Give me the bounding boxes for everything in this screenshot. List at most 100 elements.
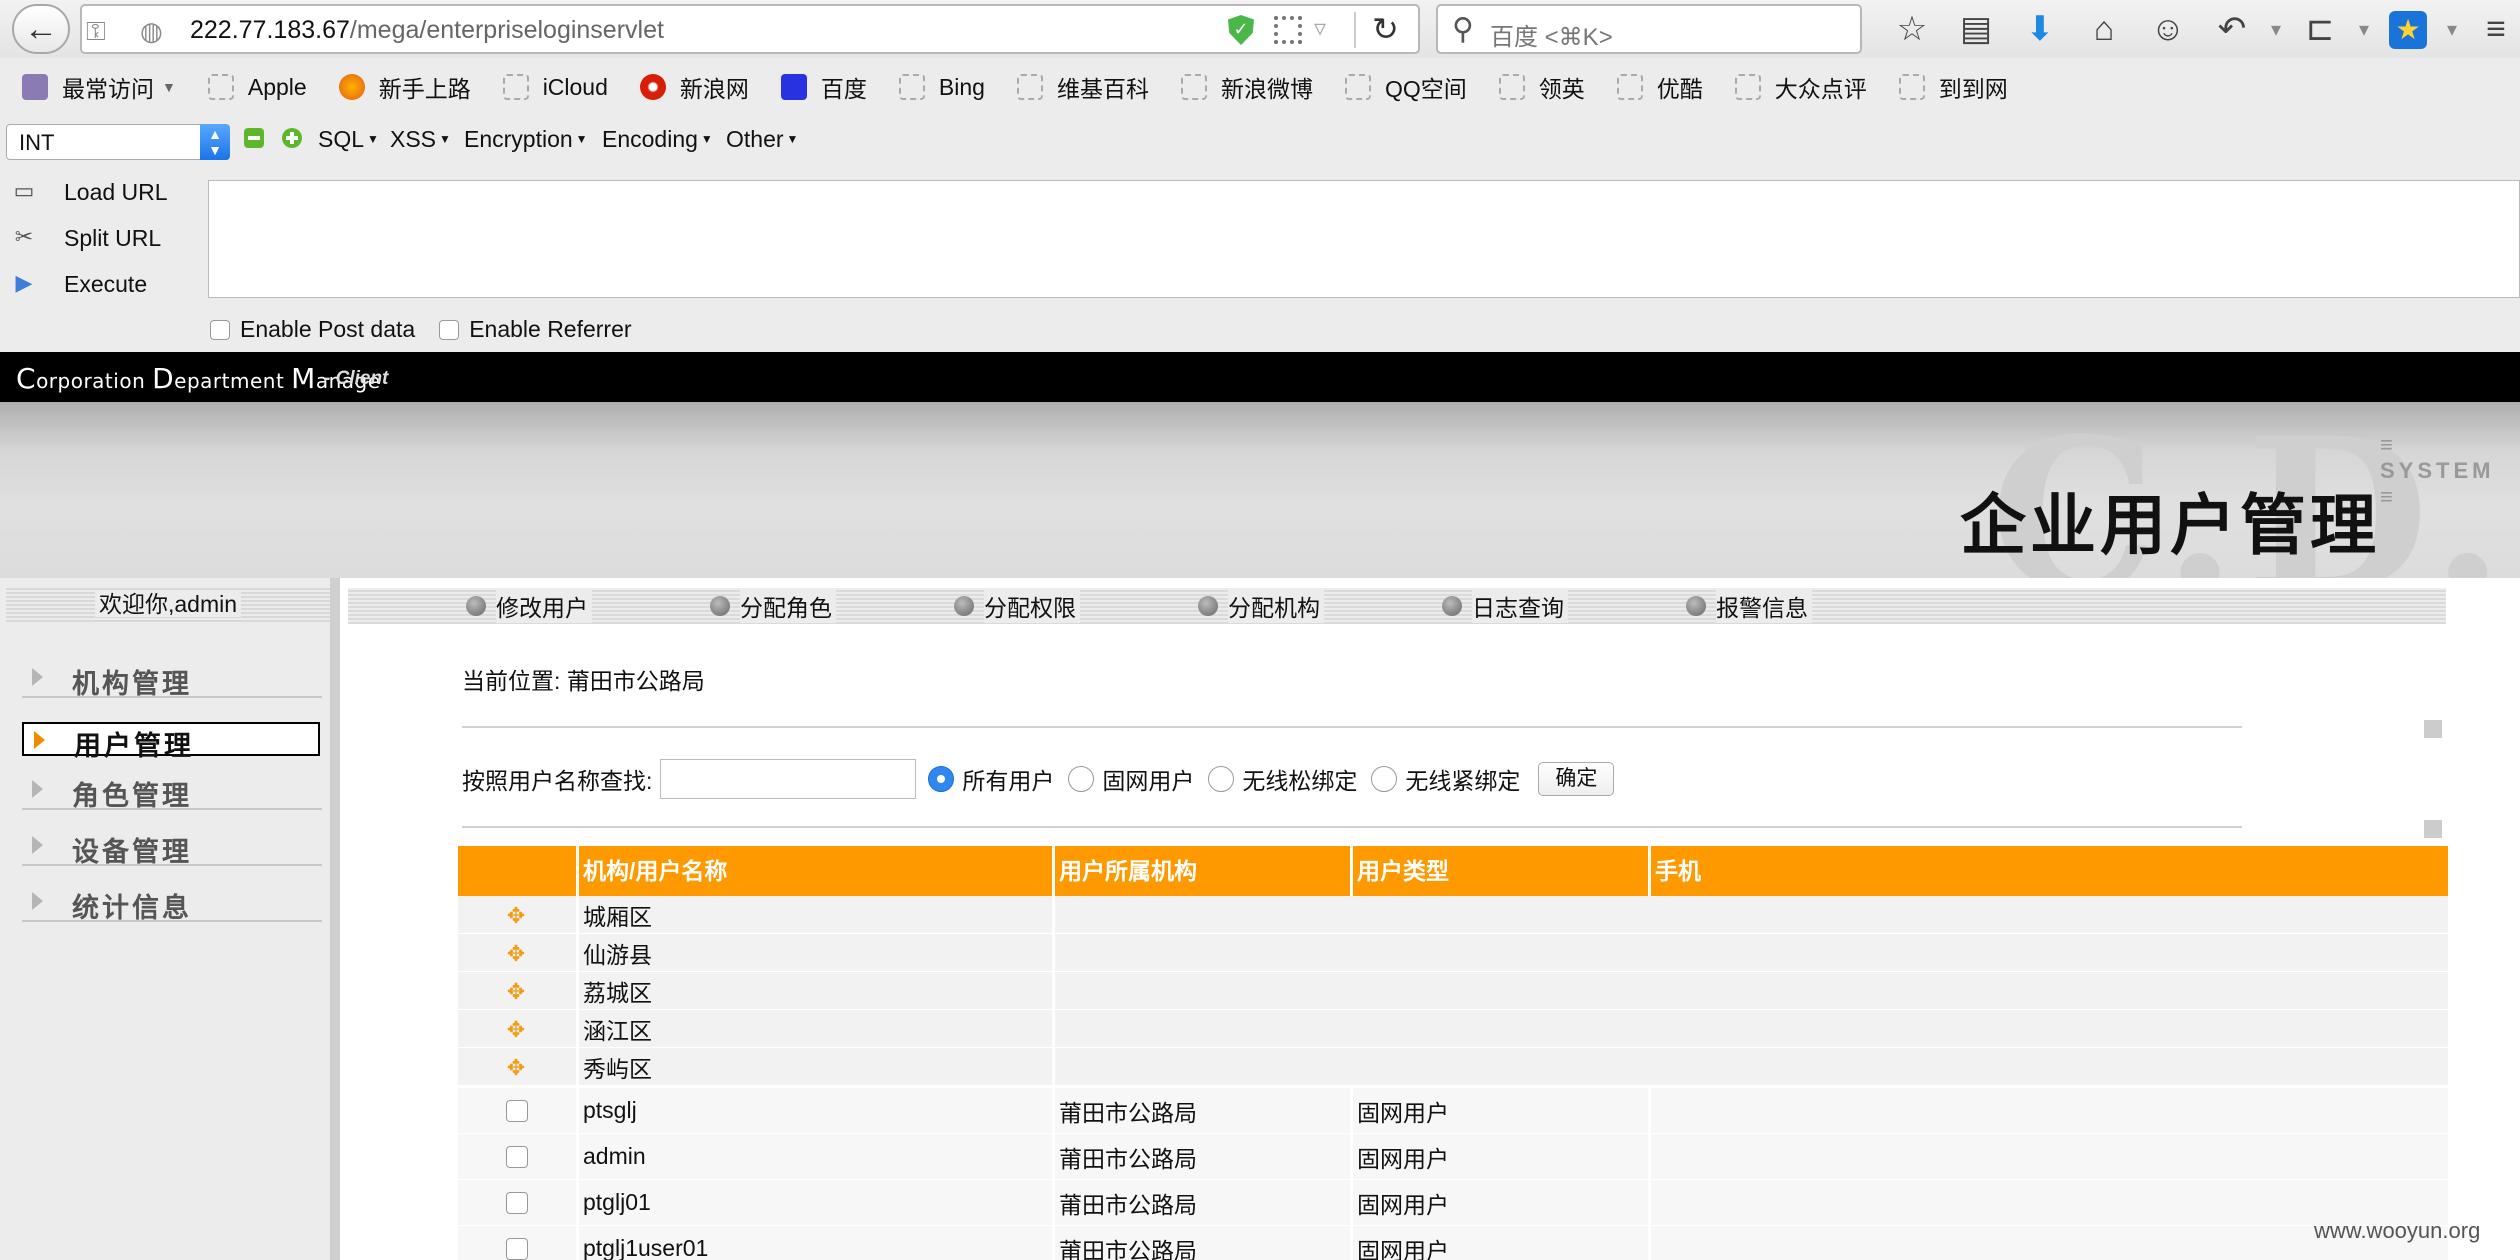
favorites-icon[interactable]: ★ bbox=[2376, 9, 2440, 49]
bookmark-item[interactable]: 到到网 bbox=[1898, 70, 2008, 104]
undo-icon[interactable]: ↶ bbox=[2200, 9, 2264, 49]
row-checkbox[interactable] bbox=[506, 1146, 528, 1168]
menu-label: SQL bbox=[318, 126, 365, 152]
chevron-down-icon[interactable]: ▾ bbox=[2264, 17, 2288, 42]
cell-empty bbox=[1052, 972, 2448, 1009]
table-row[interactable]: ✥ 荔城区 bbox=[458, 972, 2448, 1010]
radio-button[interactable] bbox=[928, 766, 955, 792]
execute-button[interactable]: ▶ Execute bbox=[0, 264, 200, 304]
enable-post-data-checkbox[interactable] bbox=[210, 319, 230, 340]
menu-encryption[interactable]: Encryption ▼ bbox=[464, 126, 588, 153]
menu-other[interactable]: Other ▼ bbox=[726, 126, 798, 153]
chat-icon[interactable]: ☺ bbox=[2136, 10, 2200, 49]
menu-xss[interactable]: XSS ▼ bbox=[390, 126, 451, 153]
expand-move-icon[interactable]: ✥ bbox=[504, 980, 528, 1004]
bookmark-item[interactable]: QQ空间 bbox=[1344, 70, 1467, 104]
table-row[interactable]: ✥ 仙游县 bbox=[458, 934, 2448, 972]
bookmark-item[interactable]: iCloud bbox=[502, 74, 608, 101]
tab-log-query[interactable]: 日志查询 bbox=[1442, 588, 1568, 624]
crop-icon[interactable]: ⊏ bbox=[2288, 9, 2352, 49]
table-row[interactable]: admin 莆田市公路局 固网用户 bbox=[458, 1134, 2448, 1180]
encoding-type-select[interactable]: INT ▲ ▼ bbox=[6, 124, 230, 160]
triangle-right-icon bbox=[32, 892, 43, 910]
chevron-down-icon[interactable]: ▿ bbox=[1314, 14, 1326, 43]
split-url-button[interactable]: ✂ Split URL bbox=[0, 218, 200, 258]
table-row[interactable]: ptsglj 莆田市公路局 固网用户 bbox=[458, 1088, 2448, 1134]
plus-icon[interactable] bbox=[282, 128, 302, 148]
globe-icon[interactable]: ◍ bbox=[140, 16, 163, 47]
radio-fixed-users[interactable]: 固网用户 bbox=[1068, 762, 1194, 796]
home-icon[interactable]: ⌂ bbox=[2072, 10, 2136, 49]
expand-move-icon[interactable]: ✥ bbox=[504, 1018, 528, 1042]
minus-icon[interactable] bbox=[244, 128, 264, 148]
row-checkbox[interactable] bbox=[506, 1192, 528, 1214]
bookmark-item[interactable]: Apple bbox=[207, 74, 307, 101]
bookmark-item[interactable]: Bing bbox=[898, 74, 985, 101]
table-row[interactable]: ✥ 城厢区 bbox=[458, 896, 2448, 934]
tab-assign-org[interactable]: 分配机构 bbox=[1198, 588, 1324, 624]
row-checkbox[interactable] bbox=[506, 1100, 528, 1122]
url-bar[interactable]: ⚿ ◍ 222.77.183.67/mega/enterpriseloginse… bbox=[80, 4, 1420, 54]
confirm-button[interactable]: 确定 bbox=[1538, 762, 1615, 796]
table-row[interactable]: ✥ 秀屿区 bbox=[458, 1048, 2448, 1086]
bookmark-item[interactable]: 新浪微博 bbox=[1180, 70, 1313, 104]
radio-button[interactable] bbox=[1208, 766, 1235, 792]
chevron-down-icon[interactable]: ▾ bbox=[2352, 17, 2376, 42]
chevron-down-icon: ▼ bbox=[162, 79, 176, 95]
tab-edit-user[interactable]: 修改用户 bbox=[466, 588, 592, 624]
search-bar[interactable]: ⚲ 百度 <⌘K> bbox=[1436, 4, 1862, 54]
bookmark-item[interactable]: 新手上路 bbox=[338, 70, 471, 104]
sidebar-item-role-management[interactable]: 角色管理 bbox=[22, 770, 322, 811]
cell-name[interactable]: 城厢区 bbox=[576, 896, 1052, 933]
key-icon[interactable]: ⚿ bbox=[86, 16, 106, 48]
cell-name[interactable]: 涵江区 bbox=[576, 1010, 1052, 1047]
sidebar-item-org-management[interactable]: 机构管理 bbox=[22, 658, 322, 699]
row-checkbox[interactable] bbox=[506, 1238, 528, 1260]
bookmark-item[interactable]: 优酷 bbox=[1616, 70, 1703, 104]
cell-name[interactable]: 仙游县 bbox=[576, 934, 1052, 971]
reading-list-icon[interactable]: ▤ bbox=[1944, 9, 2008, 49]
tab-alarm-info[interactable]: 报警信息 bbox=[1686, 588, 1812, 624]
expand-move-icon[interactable]: ✥ bbox=[504, 904, 528, 928]
load-url-button[interactable]: ▭ Load URL bbox=[0, 172, 200, 212]
cell-name[interactable]: 秀屿区 bbox=[576, 1048, 1052, 1085]
radio-wireless-tight[interactable]: 无线紧绑定 bbox=[1371, 762, 1520, 796]
tab-assign-permission[interactable]: 分配权限 bbox=[954, 588, 1080, 624]
bookmark-item[interactable]: 大众点评 bbox=[1734, 70, 1867, 104]
bookmark-most-visited[interactable]: 最常访问 ▼ bbox=[22, 70, 176, 104]
table-row[interactable]: ptglj1user01 莆田市公路局 固网用户 bbox=[458, 1226, 2448, 1260]
radio-button[interactable] bbox=[1371, 766, 1398, 792]
radio-all-users[interactable]: 所有用户 bbox=[928, 762, 1054, 796]
radio-wireless-loose[interactable]: 无线松绑定 bbox=[1208, 762, 1357, 796]
radio-label: 所有用户 bbox=[962, 768, 1055, 794]
sidebar-item-user-management[interactable]: 用户管理 bbox=[22, 722, 320, 761]
reload-icon[interactable]: ↻ bbox=[1372, 10, 1399, 48]
qr-code-icon[interactable] bbox=[1274, 16, 1302, 44]
username-search-input[interactable] bbox=[660, 759, 917, 799]
bookmark-item[interactable]: 维基百科 bbox=[1016, 70, 1149, 104]
bookmark-item[interactable]: 新浪网 bbox=[639, 70, 749, 104]
download-icon[interactable]: ⬇ bbox=[2008, 9, 2072, 49]
tab-assign-role[interactable]: 分配角色 bbox=[710, 588, 836, 624]
menu-encoding[interactable]: Encoding ▼ bbox=[602, 126, 713, 153]
radio-button[interactable] bbox=[1068, 766, 1095, 792]
url-text[interactable]: 222.77.183.67/mega/enterpriseloginservle… bbox=[190, 16, 664, 45]
back-button[interactable]: ← bbox=[12, 4, 70, 54]
menu-sql[interactable]: SQL ▼ bbox=[318, 126, 379, 153]
enable-referrer-checkbox[interactable] bbox=[439, 319, 460, 340]
bookmark-star-icon[interactable]: ☆ bbox=[1880, 9, 1944, 49]
expand-move-icon[interactable]: ✥ bbox=[504, 942, 528, 966]
shield-icon[interactable]: ✓ bbox=[1228, 15, 1254, 45]
bookmark-item[interactable]: 领英 bbox=[1498, 70, 1585, 104]
sidebar-item-device-management[interactable]: 设备管理 bbox=[22, 826, 322, 867]
table-row[interactable]: ✥ 涵江区 bbox=[458, 1010, 2448, 1048]
cell-name[interactable]: 荔城区 bbox=[576, 972, 1052, 1009]
bookmark-item[interactable]: 百度 bbox=[780, 70, 867, 104]
expand-move-icon[interactable]: ✥ bbox=[504, 1056, 528, 1080]
table-row[interactable]: ptglj01 莆田市公路局 固网用户 bbox=[458, 1180, 2448, 1226]
hackbar-url-textarea[interactable] bbox=[208, 180, 2520, 298]
menu-icon[interactable]: ≡ bbox=[2464, 10, 2520, 49]
bookmarks-bar: 最常访问 ▼ Apple 新手上路 iCloud 新浪网 百度 Bing 维基百科… bbox=[0, 60, 2520, 114]
sidebar-item-statistics[interactable]: 统计信息 bbox=[22, 882, 322, 923]
chevron-down-icon[interactable]: ▾ bbox=[2440, 17, 2464, 42]
